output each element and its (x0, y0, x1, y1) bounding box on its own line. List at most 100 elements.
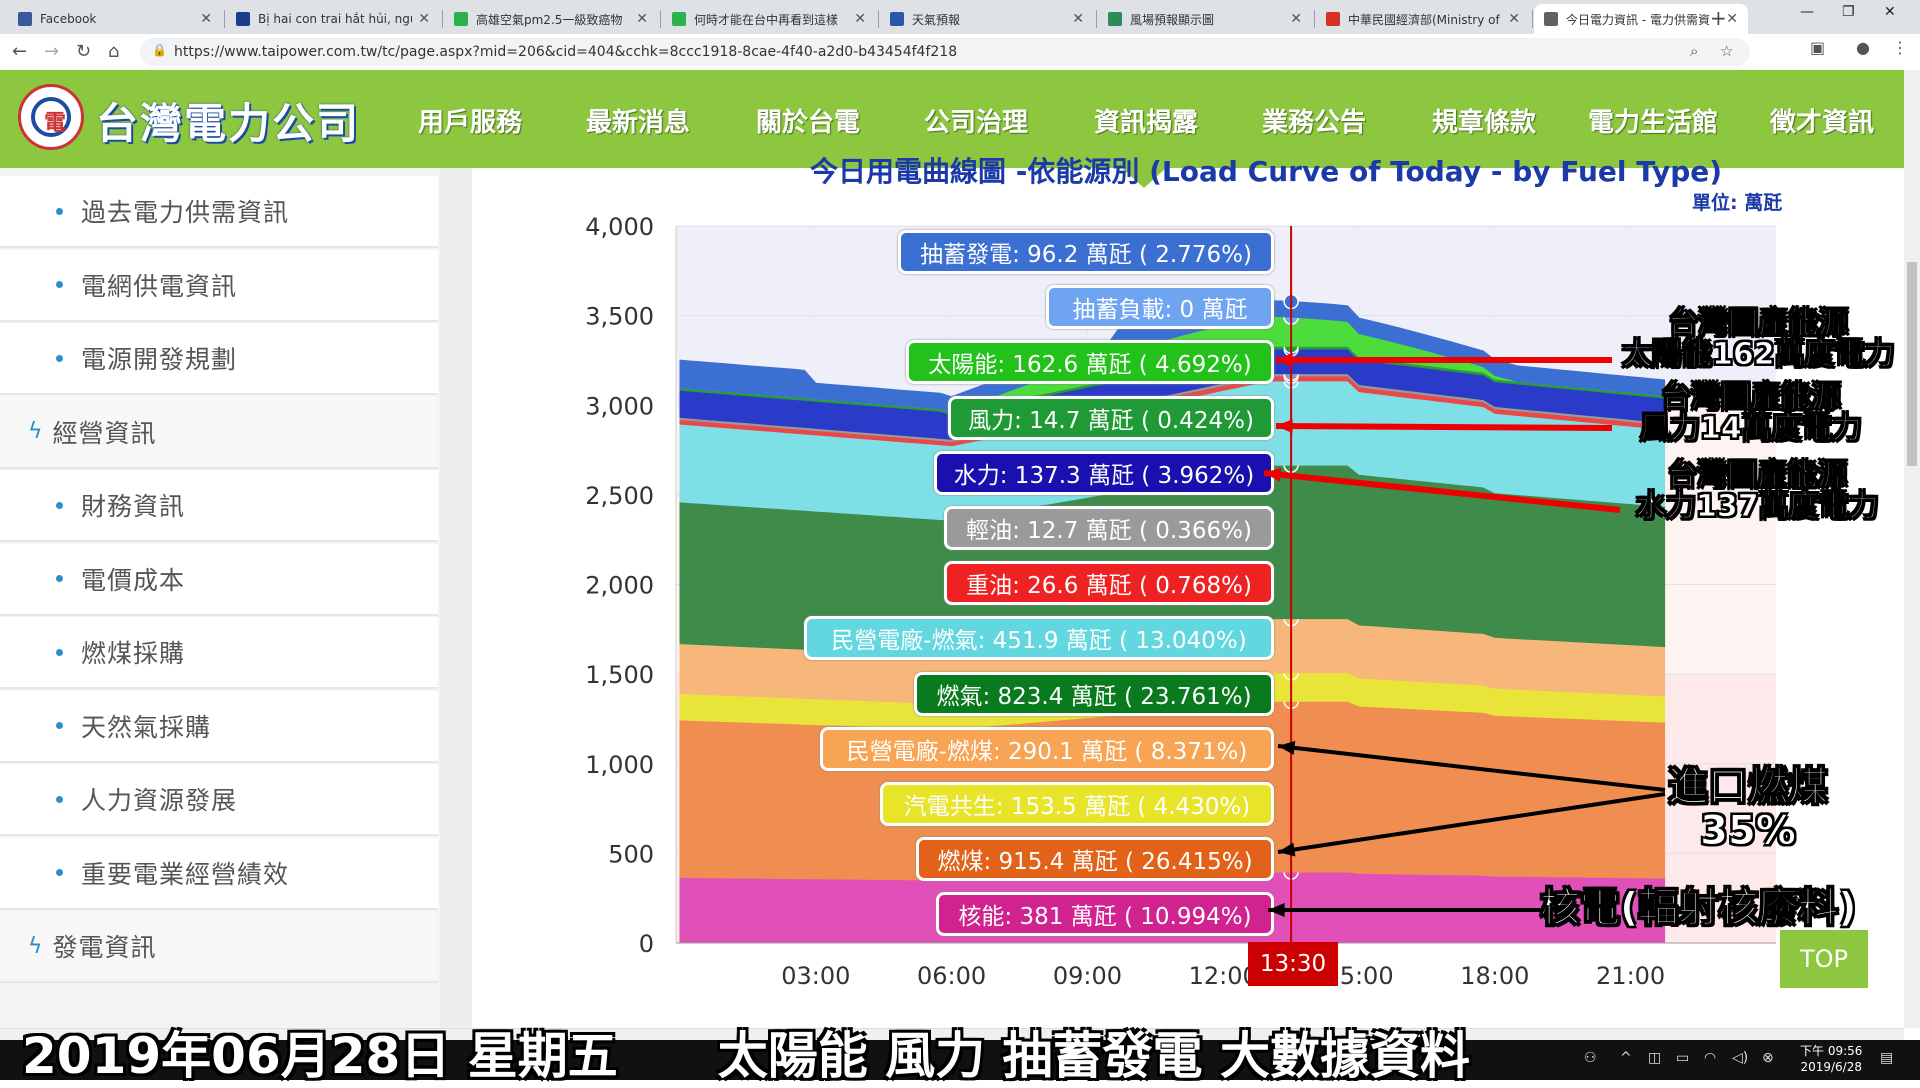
sidebar-item[interactable]: 電價成本 (0, 543, 438, 616)
extension-icon[interactable]: ▣ (1810, 38, 1825, 57)
sidebar-item[interactable]: 人力資源發展 (0, 764, 438, 836)
menu-icon[interactable]: ⋮ (1892, 38, 1908, 57)
sidebar-item[interactable]: 天然氣採購 (0, 690, 438, 763)
tooltip-label: 抽蓄發電: 96.2 萬瓩 ( 2.776%) (898, 230, 1274, 274)
tab-close-icon[interactable]: ✕ (854, 11, 866, 27)
vertical-scrollbar[interactable] (1904, 70, 1920, 1028)
tray-chevron-icon[interactable]: ^ (1620, 1050, 1632, 1066)
nav-item[interactable]: 電力生活館 (1588, 102, 1718, 139)
tab-close-icon[interactable]: ✕ (1290, 11, 1302, 27)
close-window-button[interactable]: ✕ (1884, 4, 1896, 20)
browser-tab[interactable]: Bị hai con trai hắt hủi, ngườ ✕ (226, 4, 440, 34)
browser-tab[interactable]: 高雄空氣pm2.5一級致癌物 ✕ (444, 4, 658, 34)
zoom-icon[interactable]: ⌕ (1690, 42, 1698, 60)
people-icon[interactable]: ⚇ (1584, 1050, 1597, 1066)
sidebar-item[interactable]: 燃煤採購 (0, 617, 438, 689)
tab-favicon-icon (236, 12, 250, 26)
tab-close-icon[interactable]: ✕ (1508, 11, 1520, 27)
y-tick-label: 1,000 (585, 751, 654, 779)
nav-item[interactable]: 關於台電 (756, 102, 860, 139)
nav-item[interactable]: 業務公告 (1262, 102, 1366, 139)
tab-close-icon[interactable]: ✕ (418, 11, 430, 27)
nav-item[interactable]: 公司治理 (924, 102, 1028, 139)
tooltip-label: 燃氣: 823.4 萬瓩 ( 23.761%) (914, 671, 1274, 716)
bookmark-star-icon[interactable]: ☆ (1720, 42, 1733, 60)
y-tick-label: 3,000 (585, 392, 654, 420)
tooltip-label: 民營電廠-燃氣: 451.9 萬瓩 ( 13.040%) (804, 616, 1274, 661)
bullet-icon (56, 281, 63, 288)
volume-icon[interactable]: ◁) (1732, 1050, 1748, 1066)
nav-item[interactable]: 規章條款 (1432, 102, 1536, 139)
url-text: https://www.taipower.com.tw/tc/page.aspx… (174, 44, 958, 60)
tooltip-label: 風力: 14.7 萬瓩 ( 0.424%) (948, 395, 1274, 440)
tab-close-icon[interactable]: ✕ (636, 11, 648, 27)
annotation-coal: 進口燃煤 35% (1668, 764, 1829, 854)
tab-title: 天氣預報 (912, 12, 961, 27)
tab-favicon-icon (1544, 12, 1558, 26)
chart-unit: 單位: 萬瓩 (1692, 192, 1783, 214)
browser-tab[interactable]: 天氣預報 ✕ (880, 4, 1094, 34)
content-gutter (440, 168, 472, 1028)
scrollbar-thumb[interactable] (1907, 262, 1917, 466)
tooltip-label: 汽電共生: 153.5 萬瓩 ( 4.430%) (880, 782, 1274, 826)
browser-tab[interactable]: 風場預報顯示圖 ✕ (1098, 4, 1312, 34)
sidebar-item[interactable]: 電源開發規劃 (0, 323, 438, 395)
tab-separator (1314, 10, 1315, 28)
input-method-icon[interactable]: ⊗ (1762, 1050, 1774, 1066)
sidebar-item-label: 天然氣採購 (81, 712, 212, 742)
url-field[interactable]: 🔒 https://www.taipower.com.tw/tc/page.as… (140, 38, 1750, 66)
minimize-button[interactable]: — (1800, 4, 1814, 20)
tooltip-label: 抽蓄負載: 0 萬瓩 (1046, 285, 1274, 330)
tab-title: 高雄空氣pm2.5一級致癌物 (476, 12, 623, 27)
home-icon[interactable]: ⌂ (108, 41, 119, 62)
maximize-button[interactable]: ❐ (1842, 4, 1855, 20)
tooltip-label: 燃煤: 915.4 萬瓩 ( 26.415%) (916, 837, 1274, 882)
new-tab-button[interactable]: + (1710, 6, 1727, 30)
reload-icon[interactable]: ↻ (76, 41, 91, 62)
forward-icon[interactable]: → (44, 41, 59, 62)
back-icon[interactable]: ← (12, 41, 27, 62)
sidebar-item[interactable]: 過去電力供需資訊 (0, 176, 438, 248)
sidebar-item[interactable]: 財務資訊 (0, 470, 438, 542)
tab-close-icon[interactable]: ✕ (1072, 11, 1084, 27)
browser-tab[interactable]: 中華民國經濟部(Ministry of ✕ (1316, 4, 1530, 34)
y-tick-label: 3,500 (585, 303, 654, 331)
tab-separator (1096, 10, 1097, 28)
sidebar-item[interactable]: 電網供電資訊 (0, 249, 438, 322)
nav-item[interactable]: 最新消息 (586, 102, 690, 139)
browser-tab-bar: Facebook ✕ Bị hai con trai hắt hủi, ngườ ✕ 高… (0, 0, 1920, 34)
annotation-wind: 台灣國產能源 風力14萬度電力 (1640, 380, 1863, 446)
sidebar-item-label: 燃煤採購 (81, 639, 186, 668)
back-to-top-button[interactable]: TOP (1780, 930, 1868, 988)
nav-item[interactable]: 用戶服務 (418, 102, 522, 139)
tooltip-label: 民營電廠-燃煤: 290.1 萬瓩 ( 8.371%) (820, 726, 1274, 771)
cursor-time-badge: 13:30 (1248, 942, 1338, 986)
address-bar: ← → ↻ ⌂ 🔒 https://www.taipower.com.tw/tc… (0, 34, 1920, 71)
browser-tab[interactable]: 何時才能在台中再看到這樣 ✕ (662, 4, 876, 34)
y-tick-label: 2,500 (585, 482, 654, 510)
browser-tab[interactable]: Facebook ✕ (8, 4, 222, 34)
site-logo-text[interactable]: 台灣電力公司 (96, 90, 360, 151)
sidebar-item-label: 電價成本 (81, 565, 186, 595)
tab-close-icon[interactable]: ✕ (1726, 11, 1738, 27)
network-icon[interactable]: ◫ (1648, 1050, 1661, 1066)
nav-item[interactable]: 資訊揭露 (1094, 102, 1198, 139)
tab-close-icon[interactable]: ✕ (200, 11, 212, 27)
sidebar-item[interactable]: 重要電業經營績效 (0, 837, 438, 910)
tab-title: 中華民國經濟部(Ministry of (1348, 12, 1500, 27)
sidebar-item[interactable]: ϟ 經營資訊 (0, 396, 438, 469)
battery-icon[interactable]: ▭ (1676, 1050, 1689, 1066)
tab-favicon-icon (1326, 12, 1340, 26)
nav-item[interactable]: 徵才資訊 (1770, 102, 1874, 139)
video-subtitle: 2019年06月28日 星期五 太陽能 風力 抽蓄發電 大數據資料 (22, 1027, 1470, 1085)
taskbar-clock[interactable]: 下午 09:56 2019/6/28 (1800, 1043, 1862, 1075)
chart-title: 今日用電曲線圖 -依能源別 (Load Curve of Today - by … (810, 155, 1723, 188)
notification-icon[interactable]: ▤ (1880, 1050, 1893, 1066)
sidebar-item[interactable]: ϟ 發電資訊 (0, 911, 438, 983)
taipower-logo[interactable]: 電 (18, 84, 84, 150)
wifi-icon[interactable]: ◠ (1704, 1050, 1716, 1066)
tooltip-label: 核能: 381 萬瓩 ( 10.994%) (936, 892, 1274, 937)
tab-favicon-icon (1108, 12, 1122, 26)
profile-icon[interactable]: ● (1856, 38, 1870, 57)
tab-title: 風場預報顯示圖 (1130, 12, 1215, 27)
